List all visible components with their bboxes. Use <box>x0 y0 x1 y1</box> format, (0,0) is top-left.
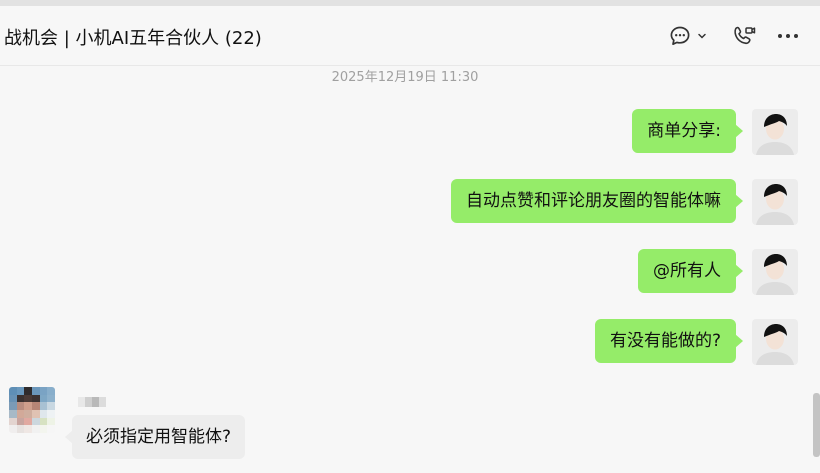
scrollbar[interactable] <box>813 393 820 457</box>
message-self: 有没有能做的? <box>594 319 798 365</box>
message-bubble[interactable]: 有没有能做的? <box>594 319 744 363</box>
phone-video-icon[interactable] <box>731 22 757 50</box>
message-self: 自动点赞和评论朋友圈的智能体嘛 <box>451 179 798 225</box>
message-self: 商单分享: <box>632 109 798 155</box>
avatar[interactable] <box>9 387 55 433</box>
message-bubble[interactable]: 自动点赞和评论朋友圈的智能体嘛 <box>451 179 743 223</box>
more-icon[interactable] <box>777 22 799 50</box>
sender-name-blurred <box>78 397 106 407</box>
avatar[interactable] <box>752 109 798 155</box>
chat-messages[interactable]: 2025年12月19日 11:30 商单分享: 自动点赞和评论朋友圈的智能体嘛 … <box>0 66 820 473</box>
chat-bubble-icon[interactable] <box>668 22 692 50</box>
avatar[interactable] <box>752 319 798 365</box>
chevron-down-icon[interactable] <box>696 22 708 50</box>
avatar[interactable] <box>752 249 798 295</box>
chat-header: 战机会 | 小机AI五年合伙人 (22) <box>0 6 820 66</box>
chat-title: 战机会 | 小机AI五年合伙人 (22) <box>4 28 262 49</box>
avatar[interactable] <box>752 179 798 225</box>
message-bubble[interactable]: 商单分享: <box>632 109 743 153</box>
message-bubble[interactable]: 必须指定用智能体? <box>64 415 246 459</box>
message-bubble[interactable]: @所有人 <box>638 249 743 293</box>
message-self: @所有人 <box>638 249 798 295</box>
message-timestamp: 2025年12月19日 11:30 <box>331 70 479 85</box>
